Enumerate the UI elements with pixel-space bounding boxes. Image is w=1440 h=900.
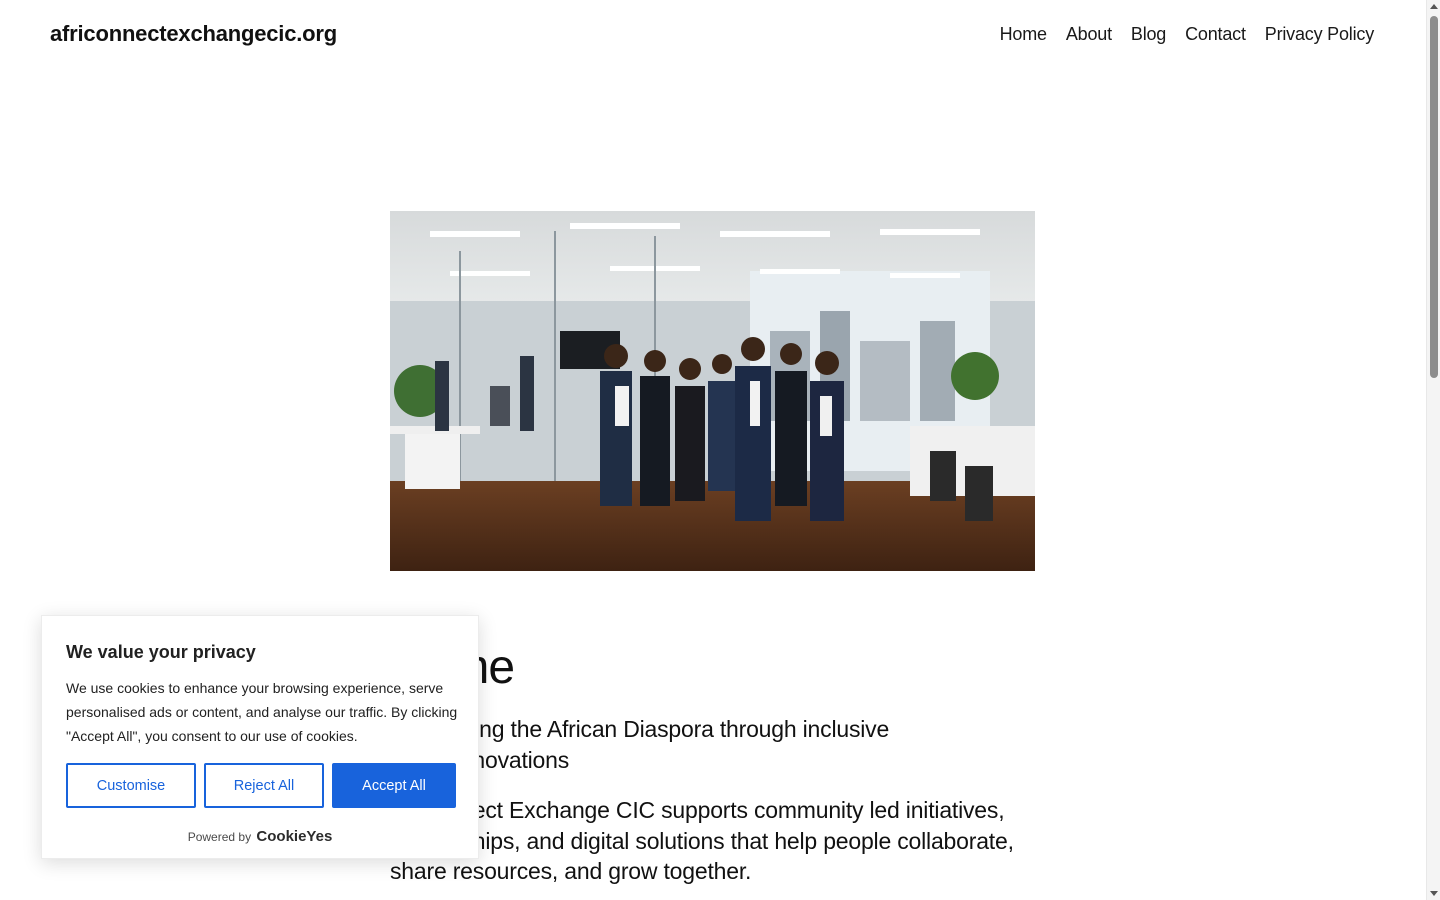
nav-contact[interactable]: Contact <box>1185 24 1246 45</box>
office-team-photo-icon <box>390 211 1035 571</box>
powered-by-label: Powered by <box>187 830 252 844</box>
scroll-up-icon[interactable] <box>1430 4 1438 9</box>
nav-about[interactable]: About <box>1066 24 1112 45</box>
page-intro-text: Africonnect Exchange CIC supports commun… <box>390 797 1014 884</box>
site-title-link[interactable]: africonnectexchangecic.org <box>50 21 337 47</box>
nav-blog[interactable]: Blog <box>1131 24 1166 45</box>
cookieyes-logo: CookieYes <box>256 828 333 845</box>
page-scrollbar[interactable] <box>1426 0 1440 900</box>
cookie-consent-banner: We value your privacy We use cookies to … <box>41 615 479 859</box>
nav-home[interactable]: Home <box>1000 24 1047 45</box>
main-nav: Home About Blog Contact Privacy Policy <box>1000 24 1375 45</box>
scroll-down-icon[interactable] <box>1430 891 1438 896</box>
reject-all-button[interactable]: Reject All <box>204 763 324 808</box>
scrollbar-thumb[interactable] <box>1430 16 1438 378</box>
hero-image <box>390 211 1035 571</box>
powered-by: Powered by CookieYes <box>42 828 478 845</box>
accept-all-button[interactable]: Accept All <box>332 763 456 808</box>
cookie-banner-text: We use cookies to enhance your browsing … <box>66 680 458 744</box>
cookie-banner-title: We value your privacy <box>66 642 256 662</box>
customise-button[interactable]: Customise <box>66 763 196 808</box>
nav-privacy-policy[interactable]: Privacy Policy <box>1265 24 1374 45</box>
cookie-banner-buttons: Customise Reject All Accept All <box>66 763 456 808</box>
site-header: africonnectexchangecic.org Home About Bl… <box>0 0 1426 72</box>
